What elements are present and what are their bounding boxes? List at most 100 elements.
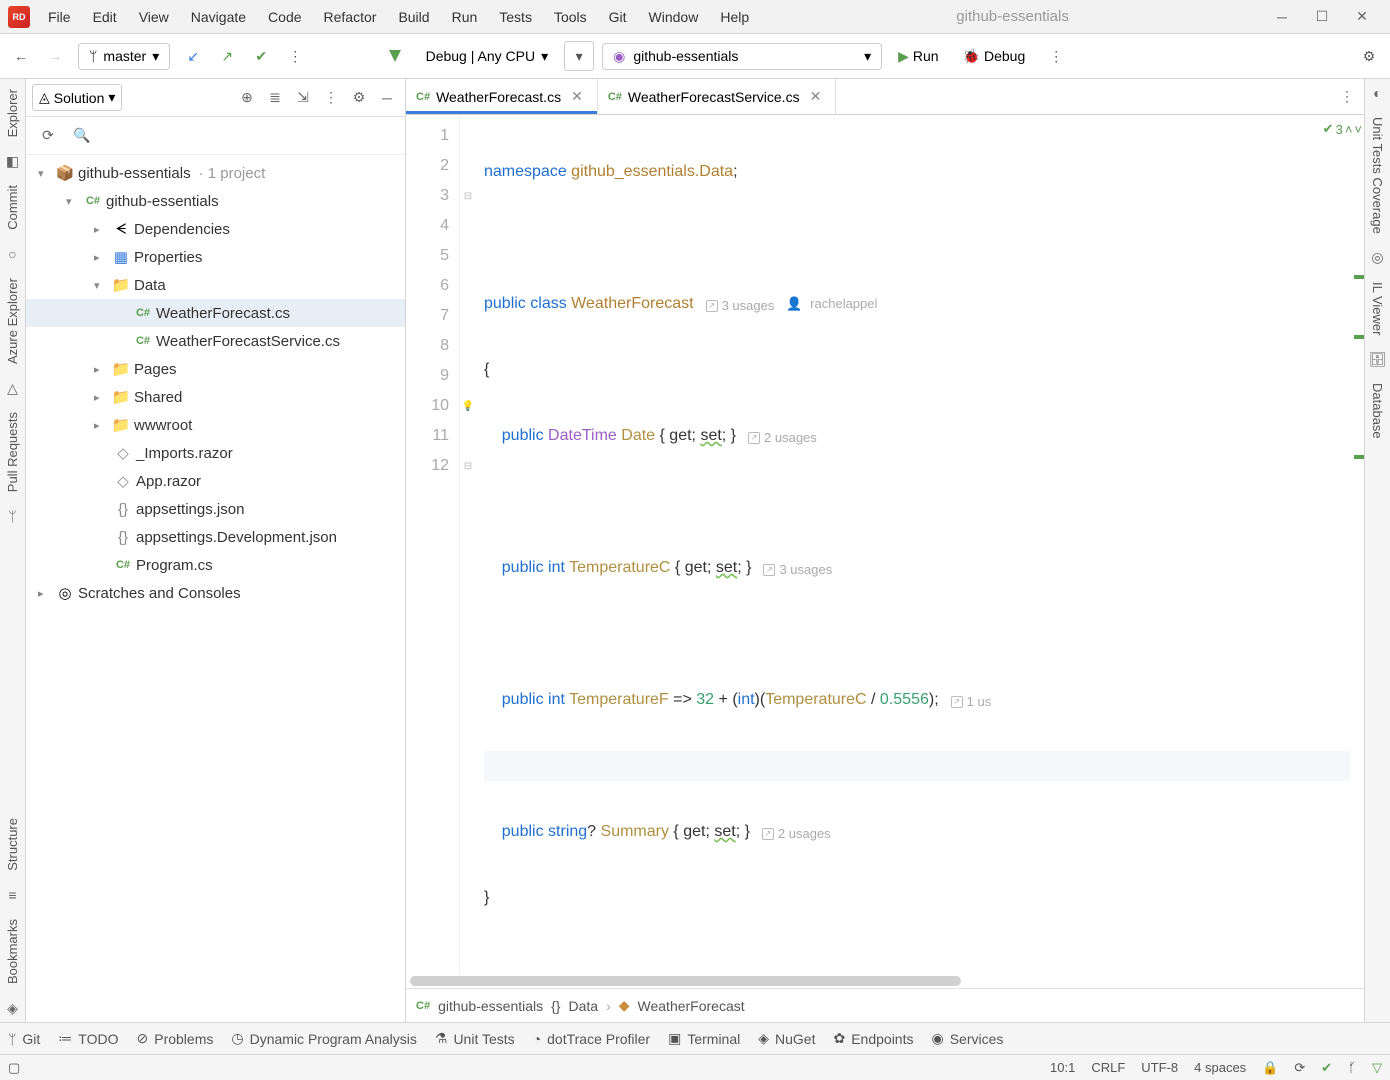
expand-icon[interactable]: ▸ (94, 251, 108, 264)
gutter-pull-requests[interactable]: Pull Requests (1, 402, 24, 502)
app-razor-node[interactable]: App.razor (136, 473, 201, 490)
error-stripe[interactable]: ✔ 3 ˄ ˅ (1350, 115, 1364, 974)
vcs-more-button[interactable]: ⋮ (280, 41, 310, 71)
menu-window[interactable]: Window (639, 5, 709, 29)
expand-icon[interactable]: ▾ (66, 195, 80, 208)
expand-icon[interactable]: ▸ (94, 391, 108, 404)
collapse-all-button[interactable]: ⇲ (291, 86, 315, 110)
bt-git[interactable]: ᛘGit (8, 1031, 40, 1047)
bt-problems[interactable]: ⊘Problems (137, 1030, 214, 1047)
gutter-commit-icon[interactable]: ○ (3, 244, 23, 264)
nav-back-button[interactable]: ← (6, 41, 36, 71)
run-button[interactable]: ▶ Run (890, 44, 946, 69)
expand-icon[interactable]: ▸ (94, 363, 108, 376)
run-config-selector[interactable]: Debug | Any CPU ▾ (418, 44, 557, 69)
gutter-coverage-icon[interactable]: ◐ (1368, 83, 1388, 103)
file-weatherforecast[interactable]: WeatherForecast.cs (156, 305, 290, 322)
data-folder-node[interactable]: Data (134, 277, 166, 294)
bc-namespace[interactable]: Data (568, 998, 598, 1014)
minimize-button[interactable]: ─ (1266, 5, 1298, 29)
code-editor[interactable]: 123456789101112 ⊟💡⊟ namespace github_ess… (406, 115, 1364, 974)
menu-edit[interactable]: Edit (83, 5, 127, 29)
maximize-button[interactable]: ☐ (1306, 5, 1338, 29)
gutter-pr-icon[interactable]: ᛘ (3, 506, 23, 526)
close-icon[interactable]: ✕ (806, 88, 826, 105)
explorer-hide-button[interactable]: ─ (375, 86, 399, 110)
menu-git[interactable]: Git (599, 5, 637, 29)
expand-icon[interactable]: ▾ (94, 279, 108, 292)
close-icon[interactable]: ✕ (567, 88, 587, 105)
bt-unit-tests[interactable]: ⚗Unit Tests (435, 1030, 515, 1047)
gutter-il-icon[interactable]: ◎ (1368, 248, 1388, 268)
menu-view[interactable]: View (129, 5, 179, 29)
horizontal-scrollbar[interactable] (406, 974, 1364, 988)
expand-icon[interactable]: ▸ (94, 223, 108, 236)
fold-gutter[interactable]: ⊟💡⊟ (460, 115, 476, 974)
shared-node[interactable]: Shared (134, 389, 182, 406)
gutter-azure-icon[interactable]: △ (3, 378, 23, 398)
bt-todo[interactable]: ≔TODO (58, 1030, 118, 1047)
menu-run[interactable]: Run (442, 5, 488, 29)
menu-navigate[interactable]: Navigate (181, 5, 256, 29)
gutter-database[interactable]: Database (1366, 373, 1389, 449)
caret-position[interactable]: 10:1 (1050, 1060, 1075, 1075)
nav-forward-button[interactable]: → (40, 41, 70, 71)
program-node[interactable]: Program.cs (136, 557, 213, 574)
bt-terminal[interactable]: ▣Terminal (668, 1030, 740, 1047)
solution-node[interactable]: github-essentials (78, 165, 191, 182)
locate-button[interactable]: ⊕ (235, 86, 259, 110)
wwwroot-node[interactable]: wwwroot (134, 417, 192, 434)
encoding[interactable]: UTF-8 (1141, 1060, 1178, 1075)
menu-refactor[interactable]: Refactor (314, 5, 387, 29)
indent[interactable]: 4 spaces (1194, 1060, 1246, 1075)
warning-marker[interactable] (1354, 275, 1364, 279)
gutter-structure-icon[interactable]: ≡ (3, 885, 23, 905)
shield-icon[interactable]: ▽ (1372, 1060, 1382, 1076)
line-ending[interactable]: CRLF (1091, 1060, 1125, 1075)
expand-icon[interactable]: ▾ (38, 167, 52, 180)
config-history-button[interactable]: ▾ (564, 41, 594, 71)
tab-weatherforecast[interactable]: C# WeatherForecast.cs ✕ (406, 79, 598, 114)
gutter-il-viewer[interactable]: IL Viewer (1366, 272, 1389, 345)
menu-build[interactable]: Build (388, 5, 439, 29)
vcs-check-button[interactable]: ✔ (246, 41, 276, 71)
appsettings-node[interactable]: appsettings.json (136, 501, 244, 518)
expand-all-button[interactable]: ≣ (263, 86, 287, 110)
explorer-more-button[interactable]: ⋮ (319, 86, 343, 110)
gutter-commit[interactable]: Commit (1, 175, 24, 240)
scratches-node[interactable]: Scratches and Consoles (78, 585, 241, 602)
deps-node[interactable]: Dependencies (134, 221, 230, 238)
bt-nuget[interactable]: ◈NuGet (758, 1030, 815, 1047)
check-icon[interactable]: ✔ (1321, 1060, 1332, 1076)
bc-project[interactable]: github-essentials (438, 998, 543, 1014)
tab-weatherforecastservice[interactable]: C# WeatherForecastService.cs ✕ (598, 79, 837, 114)
explorer-view-selector[interactable]: ◬ Solution ▾ (32, 84, 122, 111)
gutter-bookmarks[interactable]: Bookmarks (1, 909, 24, 994)
gutter-azure[interactable]: Azure Explorer (1, 268, 24, 374)
run-more-button[interactable]: ⋮ (1041, 41, 1071, 71)
git-branch-selector[interactable]: ᛘ master ▾ (78, 43, 170, 70)
person-icon[interactable]: ᚶ (1348, 1060, 1356, 1075)
expand-icon[interactable]: ▸ (94, 419, 108, 432)
file-weatherforecastservice[interactable]: WeatherForecastService.cs (156, 333, 340, 350)
search-button[interactable]: 🔍 (70, 124, 94, 148)
menu-tools[interactable]: Tools (544, 5, 597, 29)
close-button[interactable]: ✕ (1346, 5, 1378, 29)
gutter-structure[interactable]: Structure (1, 808, 24, 881)
sync-icon[interactable]: ⟳ (1294, 1060, 1305, 1076)
gutter-bookmarks-icon[interactable]: ◈ (3, 998, 23, 1018)
lock-icon[interactable]: 🔒 (1262, 1060, 1278, 1076)
vcs-update-button[interactable]: ↙ (178, 41, 208, 71)
tabs-more-button[interactable]: ⋮ (1330, 79, 1364, 114)
project-node[interactable]: github-essentials (106, 193, 219, 210)
expand-icon[interactable]: ▸ (38, 587, 52, 600)
gutter-explorer-icon[interactable]: ◧ (3, 151, 23, 171)
gutter-coverage[interactable]: Unit Tests Coverage (1366, 107, 1389, 244)
gutter-explorer[interactable]: Explorer (1, 79, 24, 147)
imports-node[interactable]: _Imports.razor (136, 445, 233, 462)
inspections-widget[interactable]: ✔ 3 ˄ ˅ (1323, 121, 1362, 137)
bc-class[interactable]: WeatherForecast (638, 998, 745, 1014)
menu-tests[interactable]: Tests (489, 5, 542, 29)
vcs-commit-button[interactable]: ↗ (212, 41, 242, 71)
appsettings-dev-node[interactable]: appsettings.Development.json (136, 529, 337, 546)
